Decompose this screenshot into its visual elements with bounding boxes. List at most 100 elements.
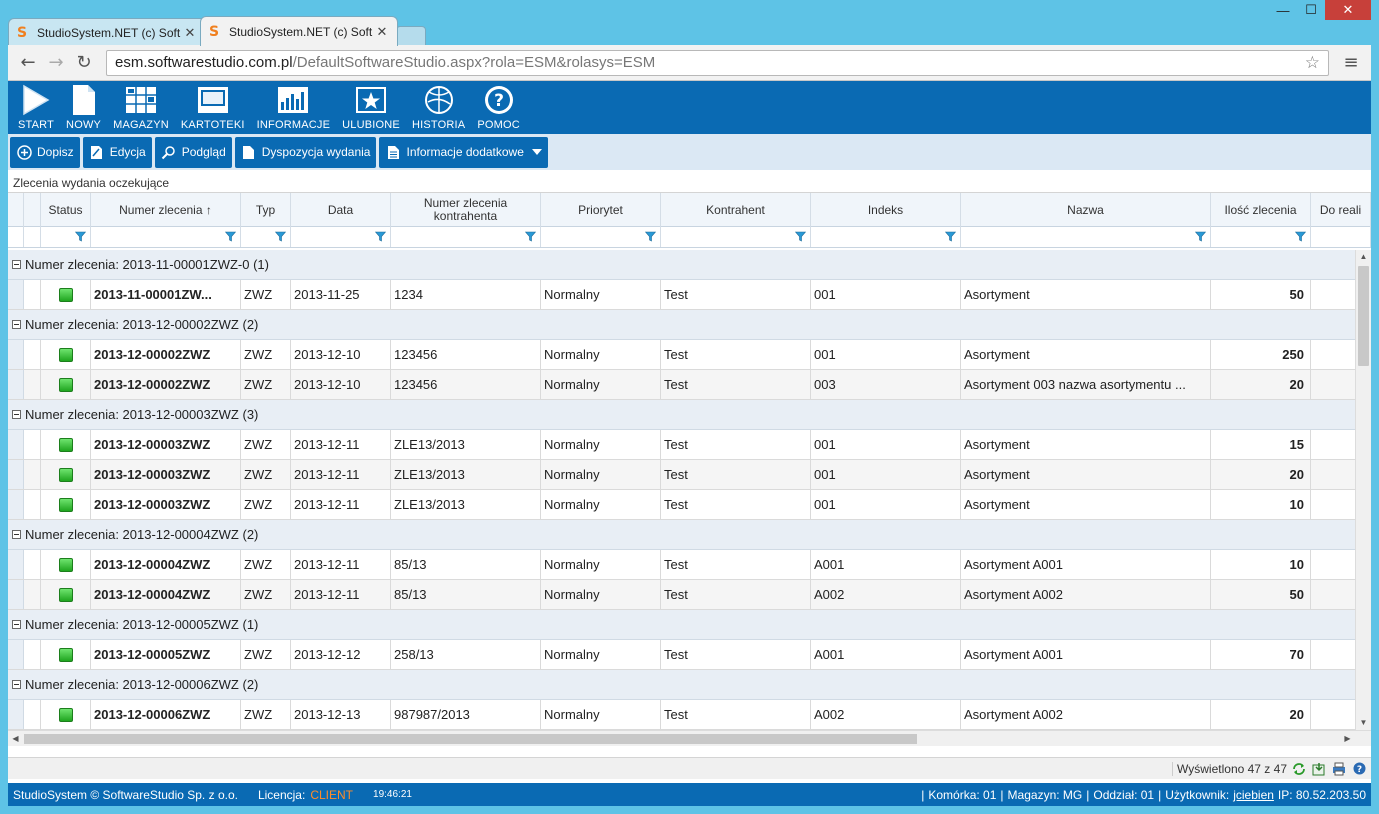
filter-cell[interactable] [1311,227,1371,247]
group-row[interactable]: Numer zlecenia: 2013-12-00004ZWZ (2) [8,520,1355,550]
menu-informacje[interactable]: INFORMACJE [251,81,337,134]
collapse-group-icon[interactable] [12,320,21,329]
scroll-thumb[interactable] [24,734,917,744]
filter-funnel-icon[interactable] [524,231,537,242]
table-row[interactable]: 2013-12-00004ZWZ ZWZ 2013-12-11 85/13 Normal… [8,580,1355,610]
table-row[interactable]: 2013-12-00004ZWZ ZWZ 2013-12-11 85/13 Normal… [8,550,1355,580]
filter-cell[interactable] [961,227,1211,247]
browser-menu-icon[interactable]: ≡ [1337,49,1365,77]
indeks-column-header[interactable]: Indeks [811,193,961,227]
collapse-group-icon[interactable] [12,530,21,539]
menu-pomoc[interactable]: ? POMOC [471,81,526,134]
filter-funnel-icon[interactable] [1294,231,1307,242]
row-selector[interactable] [24,580,41,609]
bookmark-star-icon[interactable]: ☆ [1305,53,1320,73]
kontrahent-number-column-header[interactable]: Numer zlecenia kontrahenta [391,193,541,227]
help-icon[interactable]: ? [1351,761,1367,777]
collapse-group-icon[interactable] [12,680,21,689]
group-row[interactable]: Numer zlecenia: 2013-12-00006ZWZ (2) [8,670,1355,700]
filter-funnel-icon[interactable] [374,231,387,242]
filter-funnel-icon[interactable] [74,231,87,242]
data-column-header[interactable]: Data [291,193,391,227]
scroll-left-icon[interactable]: ◀ [8,731,23,746]
filter-cell[interactable] [1211,227,1311,247]
table-row[interactable]: 2013-12-00003ZWZ ZWZ 2013-12-11 ZLE13/2013 N… [8,490,1355,520]
address-bar[interactable]: esm.softwarestudio.com.pl/DefaultSoftwar… [106,49,1329,76]
filter-funnel-icon[interactable] [224,231,237,242]
collapse-group-icon[interactable] [12,620,21,629]
row-selector[interactable] [24,370,41,399]
row-selector[interactable] [24,550,41,579]
print-icon[interactable] [1331,761,1347,777]
filter-cell[interactable] [541,227,661,247]
filter-funnel-icon[interactable] [644,231,657,242]
menu-historia[interactable]: HISTORIA [406,81,471,134]
typ-column-header[interactable]: Typ [241,193,291,227]
nazwa-column-header[interactable]: Nazwa [961,193,1211,227]
priorytet-column-header[interactable]: Priorytet [541,193,661,227]
close-tab-icon[interactable]: ✕ [183,25,197,41]
menu-ulubione[interactable]: ULUBIONE [336,81,406,134]
forward-arrow-icon[interactable]: → [42,49,70,77]
close-tab-icon[interactable]: ✕ [375,24,389,40]
status-column-header[interactable]: Status [41,193,91,227]
row-selector[interactable] [24,340,41,369]
table-row[interactable]: 2013-12-00003ZWZ ZWZ 2013-12-11 ZLE13/2013 N… [8,460,1355,490]
export-icon[interactable] [1311,761,1327,777]
row-selector[interactable] [24,430,41,459]
filter-cell[interactable] [41,227,91,247]
minimize-icon[interactable]: — [1269,0,1297,20]
filter-funnel-icon[interactable] [794,231,807,242]
browser-tab-1[interactable]: S StudioSystem.NET (c) Soft ✕ [8,18,206,46]
group-row[interactable]: Numer zlecenia: 2013-12-00002ZWZ (2) [8,310,1355,340]
filter-cell[interactable] [661,227,811,247]
group-row[interactable]: Numer zlecenia: 2013-11-00001ZWZ-0 (1) [8,250,1355,280]
menu-magazyn[interactable]: MAGAZYN [107,81,175,134]
menu-start[interactable]: START [12,81,60,134]
filter-cell[interactable] [391,227,541,247]
group-row[interactable]: Numer zlecenia: 2013-12-00003ZWZ (3) [8,400,1355,430]
dopisz-button[interactable]: Dopisz [10,136,80,168]
row-selector[interactable] [24,490,41,519]
new-tab-button[interactable] [396,26,426,46]
filter-cell[interactable] [241,227,291,247]
filter-cell[interactable] [291,227,391,247]
menu-kartoteki[interactable]: KARTOTEKI [175,81,251,134]
row-selector[interactable] [24,640,41,669]
row-selector[interactable] [24,460,41,489]
dyspozycja-wydania-button[interactable]: Dyspozycja wydania [234,136,377,168]
ilosc-column-header[interactable]: Ilość zlecenia [1211,193,1311,227]
scroll-down-icon[interactable]: ▼ [1356,716,1371,730]
table-row[interactable]: 2013-12-00002ZWZ ZWZ 2013-12-10 123456 Norma… [8,370,1355,400]
maximize-icon[interactable]: ☐ [1297,0,1325,20]
group-row[interactable]: Numer zlecenia: 2013-12-00005ZWZ (1) [8,610,1355,640]
close-window-icon[interactable]: ✕ [1325,0,1371,20]
row-selector[interactable] [24,700,41,729]
collapse-group-icon[interactable] [12,410,21,419]
filter-cell[interactable] [811,227,961,247]
informacje-dodatkowe-button[interactable]: Informacje dodatkowe [379,136,548,168]
back-arrow-icon[interactable]: ← [14,49,42,77]
refresh-icon[interactable] [1291,761,1307,777]
collapse-group-icon[interactable] [12,260,21,269]
scroll-right-icon[interactable]: ▶ [1340,731,1355,746]
numer-zlecenia-column-header[interactable]: Numer zlecenia ↑ [91,193,241,227]
filter-cell[interactable] [91,227,241,247]
table-row[interactable]: 2013-12-00006ZWZ ZWZ 2013-12-13 987987/2013… [8,700,1355,730]
edycja-button[interactable]: Edycja [82,136,152,168]
row-selector[interactable] [24,280,41,309]
vertical-scrollbar[interactable]: ▲ ▼ [1355,250,1371,730]
filter-funnel-icon[interactable] [1194,231,1207,242]
user-link[interactable]: jciebien [1233,788,1274,802]
horizontal-scrollbar[interactable]: ◀ ▶ [8,730,1371,746]
reload-icon[interactable]: ↻ [70,49,98,77]
filter-funnel-icon[interactable] [944,231,957,242]
do-realizacji-column-header[interactable]: Do reali [1311,193,1371,227]
filter-funnel-icon[interactable] [274,231,287,242]
table-row[interactable]: 2013-12-00003ZWZ ZWZ 2013-12-11 ZLE13/2013 N… [8,430,1355,460]
scroll-thumb[interactable] [1358,266,1369,366]
table-row[interactable]: 2013-11-00001ZW... ZWZ 2013-11-25 1234 Norma… [8,280,1355,310]
browser-tab-2[interactable]: S StudioSystem.NET (c) Soft ✕ [200,16,398,46]
menu-nowy[interactable]: NOWY [60,81,107,134]
scroll-up-icon[interactable]: ▲ [1356,250,1371,264]
